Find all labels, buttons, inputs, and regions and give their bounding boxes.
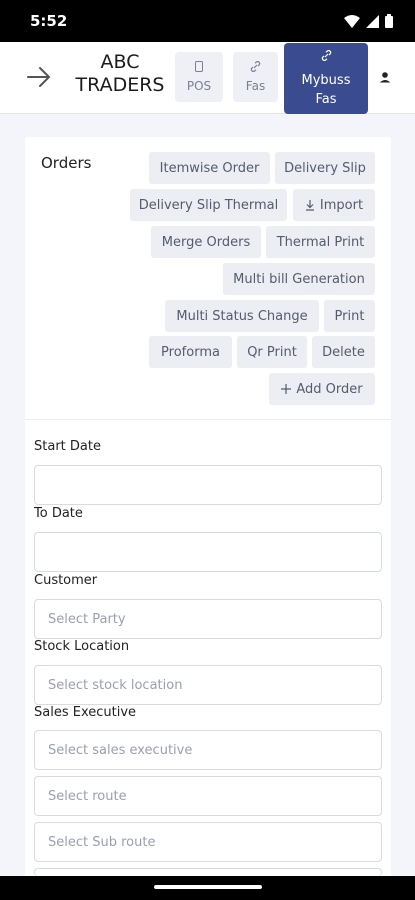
- multi-status-change-button[interactable]: Multi Status Change: [165, 300, 319, 332]
- section-divider: [25, 419, 391, 420]
- mybuss-fas-button[interactable]: Mybuss Fas: [284, 43, 368, 114]
- status-time: 5:52: [30, 12, 68, 30]
- sales-executive-label: Sales Executive: [34, 705, 137, 720]
- start-date-input[interactable]: [34, 465, 382, 505]
- pos-button-label: POS: [186, 79, 212, 93]
- route-select[interactable]: Select route: [34, 776, 382, 816]
- company-name-line1: ABC: [100, 51, 140, 73]
- back-arrow-icon[interactable]: [26, 66, 52, 88]
- to-date-label: To Date: [34, 506, 83, 521]
- system-navigation-bar: [0, 876, 415, 900]
- multi-bill-generation-button[interactable]: Multi bill Generation: [223, 263, 375, 295]
- signal-icon: [366, 14, 379, 28]
- customer-select[interactable]: Select Party: [34, 599, 382, 639]
- next-field[interactable]: [34, 868, 382, 876]
- print-button[interactable]: Print: [324, 300, 375, 332]
- sales-executive-select[interactable]: Select sales executive: [34, 730, 382, 770]
- status-icons: [344, 14, 393, 28]
- stock-location-select[interactable]: Select stock location: [34, 665, 382, 705]
- merge-orders-button[interactable]: Merge Orders: [151, 226, 261, 258]
- import-button[interactable]: Import: [293, 189, 375, 221]
- battery-icon: [385, 14, 393, 28]
- to-date-input[interactable]: [34, 532, 382, 572]
- company-name: ABC TRADERS: [72, 51, 168, 97]
- thermal-print-button[interactable]: Thermal Print: [266, 226, 375, 258]
- sub-route-select[interactable]: Select Sub route: [34, 822, 382, 862]
- add-order-label: Add Order: [296, 381, 363, 397]
- home-gesture-handle[interactable]: [154, 885, 262, 889]
- company-name-line2: TRADERS: [75, 74, 165, 96]
- proforma-button[interactable]: Proforma: [149, 336, 232, 368]
- itemwise-order-button[interactable]: Itemwise Order: [149, 152, 270, 184]
- fas-button[interactable]: Fas: [233, 52, 278, 102]
- start-date-label: Start Date: [34, 439, 101, 454]
- delivery-slip-button[interactable]: Delivery Slip: [275, 152, 375, 184]
- mobile-icon: [195, 61, 203, 75]
- delete-button[interactable]: Delete: [312, 336, 375, 368]
- link-icon: [250, 61, 261, 75]
- fas-button-label: Fas: [245, 79, 266, 93]
- qr-print-button[interactable]: Qr Print: [237, 336, 307, 368]
- mybuss-label-line2: Fas: [315, 92, 337, 107]
- mybuss-label-line1: Mybuss: [301, 73, 351, 88]
- link-icon: [321, 48, 332, 67]
- download-icon: [305, 199, 314, 211]
- pos-button[interactable]: POS: [175, 52, 223, 102]
- app-header: ABC TRADERS POS Fas Mybuss Fas: [0, 42, 415, 114]
- add-order-button[interactable]: Add Order: [269, 373, 375, 405]
- orders-title: Orders: [41, 154, 92, 172]
- status-bar: 5:52: [0, 0, 415, 42]
- customer-label: Customer: [34, 573, 98, 588]
- wifi-icon: [344, 14, 360, 28]
- stock-location-label: Stock Location: [34, 639, 130, 654]
- plus-icon: [281, 384, 292, 394]
- user-icon[interactable]: [377, 70, 393, 86]
- delivery-slip-thermal-button[interactable]: Delivery Slip Thermal: [130, 189, 287, 221]
- import-label: Import: [319, 197, 364, 213]
